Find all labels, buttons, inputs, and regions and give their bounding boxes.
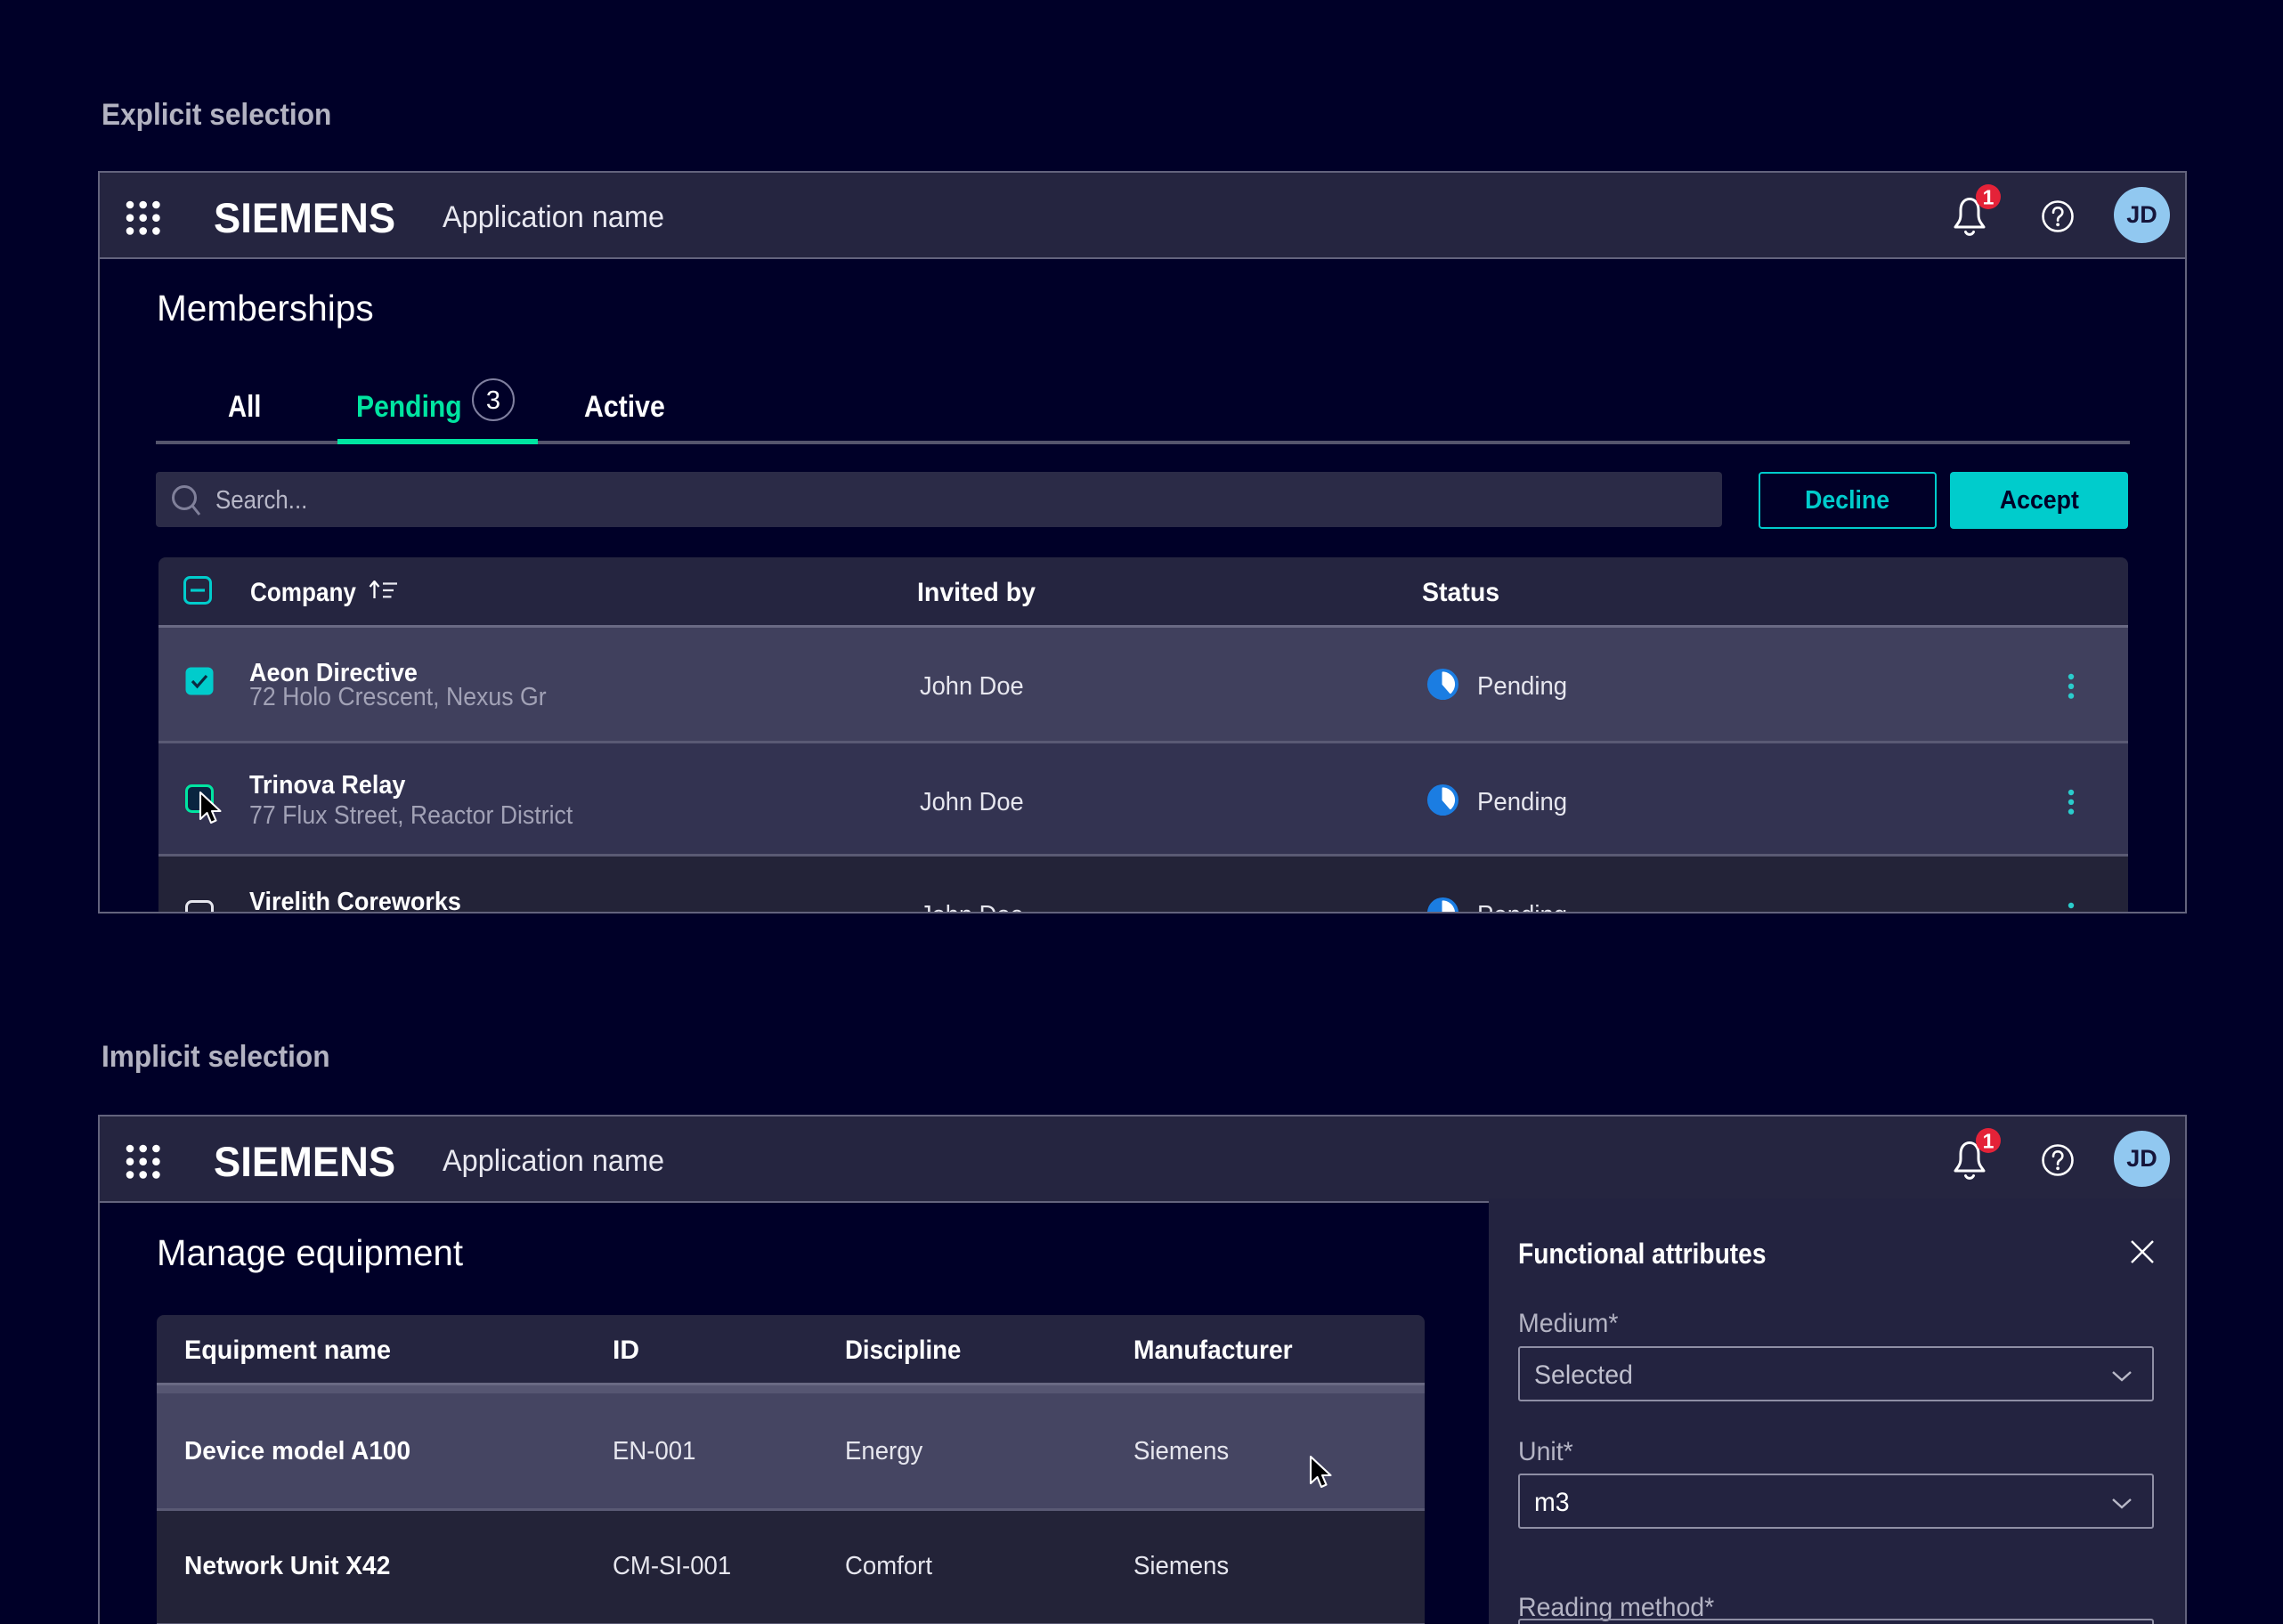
svg-text:1: 1 bbox=[1983, 186, 1995, 209]
svg-text:1: 1 bbox=[1983, 1130, 1995, 1153]
